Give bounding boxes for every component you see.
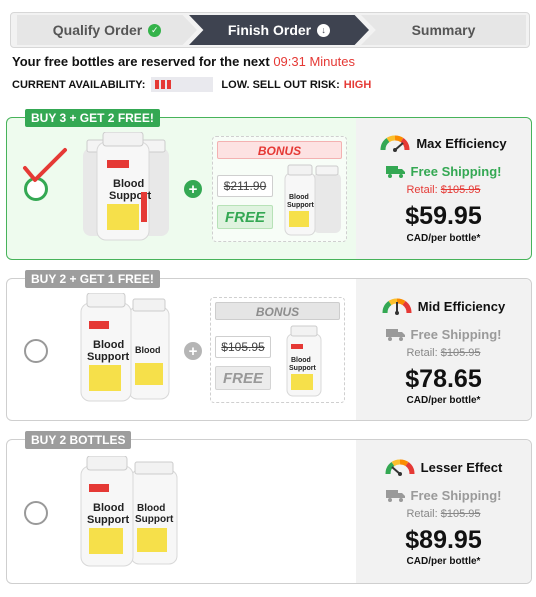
bonus-free: FREE	[215, 366, 271, 390]
step-label: Qualify Order	[52, 22, 143, 38]
gauge-mid-icon	[382, 298, 412, 315]
bonus-bottles-image: Blood Support	[284, 164, 341, 236]
price-panel: Mid Efficiency Free Shipping! Retail: $1…	[356, 279, 531, 420]
svg-text:Blood: Blood	[289, 194, 309, 201]
availability-row: CURRENT AVAILABILITY: LOW. SELL OUT RISK…	[12, 77, 371, 92]
checkmark-icon	[23, 148, 67, 182]
retail-row: Retail: $105.95	[356, 347, 531, 359]
efficiency-row: Mid Efficiency	[356, 297, 531, 315]
retail-label: Retail:	[406, 184, 438, 196]
offer-badge: BUY 2 + GET 1 FREE!	[25, 270, 160, 288]
price-panel: Max Efficiency Free Shipping! Retail: $1…	[356, 118, 531, 259]
retail-price: $105.95	[440, 184, 481, 196]
bonus-bottle-image: Blood Support	[286, 325, 322, 397]
bottles-image: Blood Support Blood	[80, 293, 170, 402]
retail-label: Retail:	[406, 508, 438, 520]
offer-price: $78.65	[405, 365, 482, 393]
bonus-old-price: $211.90	[217, 175, 273, 197]
per-bottle: CAD/per bottle*	[406, 233, 481, 244]
step-qualify-order[interactable]: Qualify Order ✓	[17, 15, 197, 45]
shipping-label: Free Shipping!	[410, 327, 502, 342]
svg-text:Blood: Blood	[137, 503, 165, 514]
bonus-box: BONUS $105.95 FREE Blood Support	[210, 297, 345, 403]
bottles-image: Blood Support Blood Support	[80, 456, 178, 567]
offer-radio[interactable]	[24, 339, 48, 363]
retail-row: Retail: $105.95	[356, 184, 531, 196]
svg-text:Support: Support	[135, 514, 174, 525]
retail-price: $105.95	[440, 347, 481, 359]
svg-text:Support: Support	[87, 351, 129, 363]
arrow-down-icon: ↓	[317, 23, 331, 37]
bonus-label: BONUS	[215, 302, 340, 320]
plus-icon: +	[184, 342, 202, 360]
svg-text:Blood: Blood	[135, 345, 161, 355]
step-summary[interactable]: Summary	[361, 15, 526, 45]
truck-icon	[385, 490, 405, 502]
efficiency-row: Max Efficiency	[356, 134, 531, 152]
svg-text:Blood: Blood	[291, 357, 311, 364]
risk-level: HIGH	[343, 78, 372, 91]
offer-card-buy3[interactable]: Max Efficiency Free Shipping! Retail: $1…	[6, 109, 532, 260]
price-panel: Lesser Effect Free Shipping! Retail: $10…	[356, 440, 531, 583]
reserve-text: Your free bottles are reserved for the n…	[12, 54, 270, 69]
truck-icon	[385, 329, 405, 341]
step-label: Summary	[411, 22, 476, 38]
svg-text:Blood: Blood	[93, 339, 124, 351]
shipping-label: Free Shipping!	[410, 488, 502, 503]
shipping-row: Free Shipping!	[356, 327, 531, 342]
svg-text:Support: Support	[289, 365, 316, 372]
offer-badge: BUY 3 + GET 2 FREE!	[25, 109, 160, 127]
step-finish-order[interactable]: Finish Order ↓	[189, 15, 369, 45]
bonus-free: FREE	[217, 205, 273, 229]
retail-row: Retail: $105.95	[356, 508, 531, 520]
gauge-low-icon	[385, 459, 415, 476]
offer-price: $59.95	[405, 202, 482, 230]
per-bottle: CAD/per bottle*	[406, 556, 481, 567]
offer-radio[interactable]	[24, 501, 48, 525]
bottles-image: Blood Support	[83, 132, 169, 241]
svg-text:Blood: Blood	[113, 178, 144, 190]
retail-label: Retail:	[406, 347, 438, 359]
bonus-box: BONUS $211.90 FREE Blood Support	[212, 136, 347, 242]
low-text: LOW. SELL OUT RISK:	[221, 78, 340, 91]
svg-text:Support: Support	[87, 514, 129, 526]
shipping-row: Free Shipping!	[356, 488, 531, 503]
offer-price: $89.95	[405, 526, 482, 554]
reserve-notice: Your free bottles are reserved for the n…	[12, 54, 355, 69]
efficiency-label: Mid Efficiency	[417, 298, 506, 314]
bonus-label: BONUS	[217, 141, 342, 159]
shipping-row: Free Shipping!	[356, 164, 531, 179]
truck-icon	[385, 166, 405, 178]
efficiency-label: Max Efficiency	[416, 135, 507, 151]
availability-label: CURRENT AVAILABILITY:	[12, 78, 146, 91]
efficiency-label: Lesser Effect	[420, 459, 503, 475]
gauge-high-icon	[380, 135, 410, 152]
shipping-label: Free Shipping!	[410, 164, 502, 179]
availability-meter	[151, 77, 214, 92]
offer-card-buy2[interactable]: Lesser Effect Free Shipping! Retail: $10…	[6, 431, 532, 584]
check-icon: ✓	[148, 23, 162, 37]
svg-text:Support: Support	[287, 202, 314, 209]
offer-badge: BUY 2 BOTTLES	[25, 431, 132, 449]
reserve-timer: 09:31 Minutes	[273, 54, 355, 69]
per-bottle: CAD/per bottle*	[406, 395, 481, 406]
offer-card-buy2-get1[interactable]: Mid Efficiency Free Shipping! Retail: $1…	[6, 270, 532, 421]
step-label: Finish Order	[227, 22, 312, 38]
svg-text:Blood: Blood	[93, 502, 124, 514]
checkout-steps: Qualify Order ✓ Finish Order ↓ Summary	[10, 12, 530, 48]
retail-price: $105.95	[440, 508, 481, 520]
bonus-old-price: $105.95	[215, 336, 271, 358]
efficiency-row: Lesser Effect	[356, 458, 531, 476]
plus-icon: +	[184, 180, 202, 198]
